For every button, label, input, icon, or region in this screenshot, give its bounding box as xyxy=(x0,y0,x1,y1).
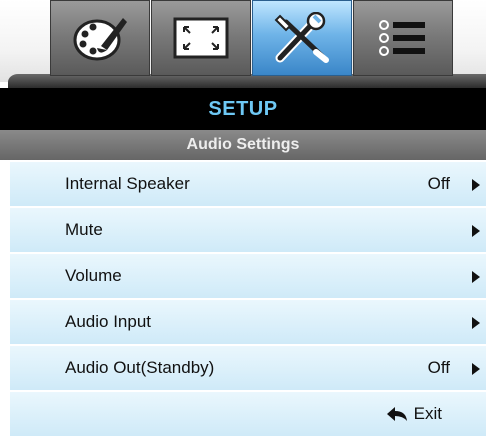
menu-item-value: Off xyxy=(427,174,450,193)
tab-options[interactable] xyxy=(353,0,453,76)
tab-setup[interactable] xyxy=(252,0,352,76)
menu-item-mute[interactable]: Mute xyxy=(10,208,486,252)
menu-header: SETUP xyxy=(0,88,486,130)
menu-item-volume[interactable]: Volume xyxy=(10,254,486,298)
tab-display[interactable] xyxy=(151,0,251,76)
palette-icon xyxy=(71,12,129,64)
exit-button[interactable]: Exit xyxy=(386,392,442,436)
menu-item-internal-speaker[interactable]: Internal Speaker Off xyxy=(10,162,486,206)
chevron-right-icon xyxy=(472,179,480,191)
section-header: Audio Settings xyxy=(0,130,486,160)
menu-item-label: Audio Input xyxy=(65,312,152,331)
tab-strip xyxy=(50,0,454,76)
chevron-right-icon xyxy=(472,363,480,375)
exit-label: Exit xyxy=(413,404,442,423)
menu-item-audio-input[interactable]: Audio Input xyxy=(10,300,486,344)
menu-item-label: Audio Out(Standby) xyxy=(65,358,215,377)
menu-item-audio-out-standby[interactable]: Audio Out(Standby) Off xyxy=(10,346,486,390)
menu-item-label: Volume xyxy=(65,266,122,285)
chevron-right-icon xyxy=(472,317,480,329)
menu-item-label: Mute xyxy=(65,220,103,239)
footer-row: Exit xyxy=(10,392,486,436)
menu-item-label: Internal Speaker xyxy=(65,174,190,193)
return-arrow-icon xyxy=(386,406,408,422)
tab-image[interactable] xyxy=(50,0,150,76)
tools-icon xyxy=(272,12,332,64)
chevron-right-icon xyxy=(472,271,480,283)
tab-bar-shelf xyxy=(8,74,486,88)
projector-osd: SETUP Audio Settings Internal Speaker Of… xyxy=(0,0,486,447)
chevron-right-icon xyxy=(472,225,480,237)
screen-resize-icon xyxy=(172,16,230,60)
menu-item-value: Off xyxy=(427,358,450,377)
page-title: SETUP xyxy=(208,97,278,120)
list-icon xyxy=(377,16,429,60)
settings-menu: Internal Speaker Off Mute Volume Audio I… xyxy=(10,162,486,392)
section-title: Audio Settings xyxy=(186,136,300,153)
